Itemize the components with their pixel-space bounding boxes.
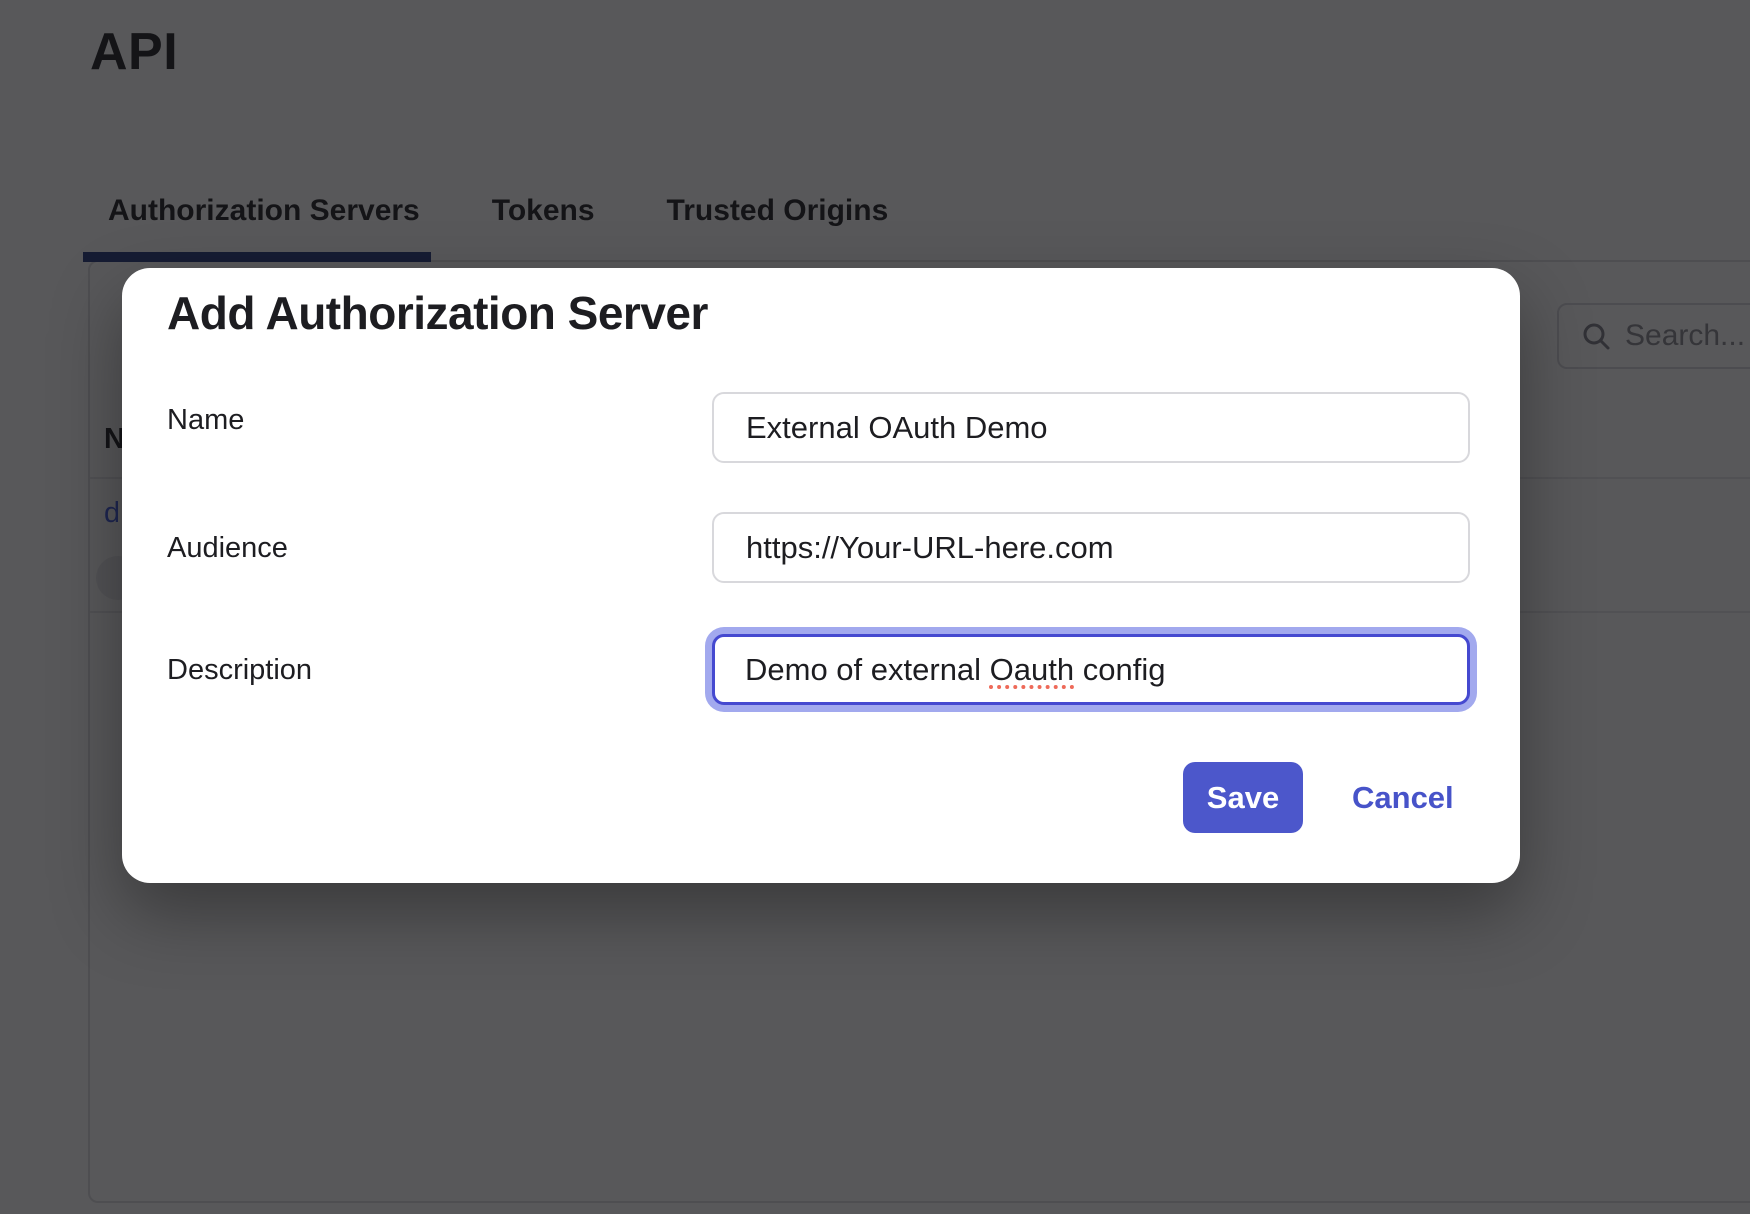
name-field[interactable] [712, 392, 1470, 463]
cancel-button[interactable]: Cancel [1352, 774, 1454, 822]
description-field[interactable]: Demo of external Oauth config [712, 634, 1470, 705]
description-misspelled-word: Oauth [990, 652, 1074, 688]
modal-title: Add Authorization Server [167, 286, 708, 340]
name-label: Name [167, 404, 244, 437]
audience-label: Audience [167, 532, 288, 565]
save-button[interactable]: Save [1183, 762, 1303, 833]
description-text-after: config [1074, 652, 1165, 688]
audience-field[interactable] [712, 512, 1470, 583]
description-text-before: Demo of external [745, 652, 990, 688]
description-label: Description [167, 654, 312, 687]
add-authorization-server-modal: Add Authorization Server Name Audience D… [122, 268, 1520, 883]
